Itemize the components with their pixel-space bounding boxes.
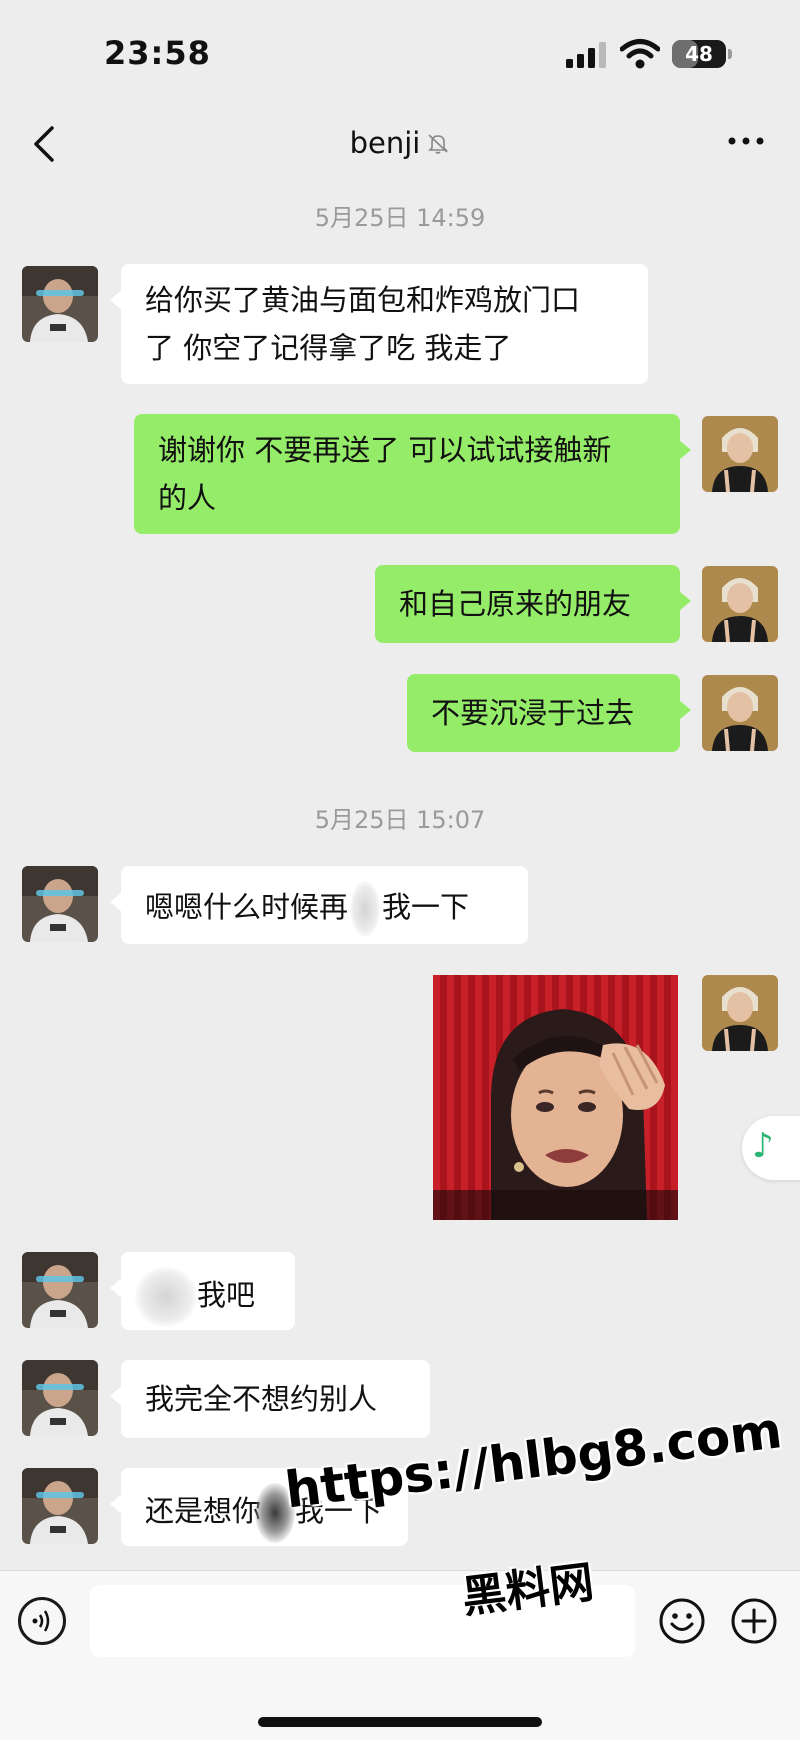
self-avatar[interactable] [702, 675, 778, 751]
message-text: 我吧 [197, 1278, 256, 1312]
mute-icon [428, 134, 449, 154]
timestamp: 5月25日 14:59 [314, 204, 486, 232]
message-line: 了 你空了记得拿了吃 我走了 [145, 331, 512, 365]
message-line: 谢谢你 不要再送了 可以试试接触新 [158, 433, 612, 467]
signal-icon [566, 42, 606, 68]
self-avatar[interactable] [702, 416, 778, 492]
message-bubble-received[interactable]: 给你买了黄油与面包和炸鸡放门口 了 你空了记得拿了吃 我走了 [110, 264, 648, 384]
message-bubble-sent[interactable]: 和自己原来的朋友 [375, 565, 691, 643]
blurred-text [135, 1267, 197, 1327]
contact-avatar[interactable] [22, 866, 98, 942]
crying-woman-sticker [433, 975, 678, 1220]
plus-icon[interactable] [730, 1597, 778, 1645]
message-text: 我一下 [382, 890, 470, 924]
battery-percent: 48 [685, 42, 713, 66]
wifi-icon [620, 39, 660, 69]
music-note-icon: ♪ [752, 1126, 774, 1166]
more-icon[interactable] [726, 134, 766, 148]
message-bubble-received[interactable]: 嗯嗯什么时候再 我一下 [110, 866, 528, 944]
home-indicator [258, 1717, 542, 1727]
sticker-image[interactable] [433, 975, 678, 1220]
battery-indicator: 48 [672, 40, 726, 68]
contact-avatar[interactable] [22, 1360, 98, 1436]
chat-title-container: benji [0, 126, 800, 160]
voice-button[interactable] [18, 1597, 66, 1645]
message-line: 我完全不想约别人 [145, 1382, 378, 1416]
chat-title: benji [349, 126, 421, 160]
input-bar [0, 1570, 800, 1740]
contact-avatar[interactable] [22, 1468, 98, 1544]
status-bar: 23:58 48 [0, 0, 800, 110]
message-line: 的人 [158, 481, 217, 515]
status-time: 23:58 [104, 34, 211, 72]
self-avatar[interactable] [702, 566, 778, 642]
message-line: 不要沉浸于过去 [431, 696, 635, 730]
timestamp: 5月25日 15:07 [314, 806, 486, 834]
voice-icon [32, 1610, 50, 1632]
message-text: 嗯嗯什么时候再 [145, 890, 349, 924]
message-bubble-sent[interactable]: 谢谢你 不要再送了 可以试试接触新 的人 [134, 414, 691, 534]
message-bubble-received[interactable]: 我完全不想约别人 [110, 1360, 430, 1438]
battery-tip [728, 49, 732, 59]
contact-avatar[interactable] [22, 1252, 98, 1328]
floating-music-button[interactable]: ♪ [742, 1116, 800, 1180]
chat-header: benji [0, 110, 800, 182]
emoji-icon[interactable] [658, 1597, 706, 1645]
message-bubble-sent[interactable]: 不要沉浸于过去 [407, 674, 691, 752]
contact-avatar[interactable] [22, 266, 98, 342]
message-bubble-received[interactable]: 我吧 [110, 1252, 295, 1330]
message-text: 还是想你 [145, 1494, 262, 1528]
message-line: 给你买了黄油与面包和炸鸡放门口 [145, 283, 581, 317]
message-line: 和自己原来的朋友 [399, 587, 632, 621]
blurred-text [350, 881, 381, 937]
self-avatar[interactable] [702, 975, 778, 1051]
